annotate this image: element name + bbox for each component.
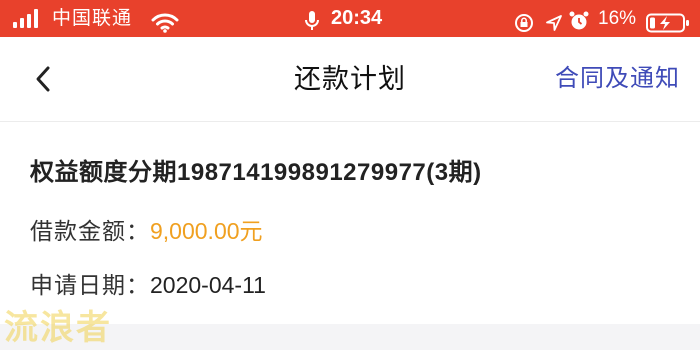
plan-type: 权益额度分期 bbox=[30, 159, 177, 186]
loan-amount-label: 借款金额： bbox=[30, 218, 150, 244]
plan-title-row: 权益额度分期198714199891279977(3期) bbox=[30, 152, 482, 187]
apply-date-row: 申请日期：2020-04-11 bbox=[30, 266, 266, 300]
plan-periods: (3期) bbox=[426, 159, 482, 186]
back-button[interactable] bbox=[26, 61, 62, 97]
battery-percent: 16% bbox=[598, 8, 637, 29]
status-bar: 中国联通 20:34 16% bbox=[0, 0, 700, 37]
chevron-left-icon bbox=[36, 66, 50, 92]
battery-charging-icon bbox=[646, 9, 690, 33]
apply-date-label: 申请日期： bbox=[30, 272, 150, 298]
status-time: 20:34 bbox=[331, 7, 383, 29]
contract-notice-link[interactable]: 合同及通知 bbox=[555, 37, 680, 121]
alarm-clock-icon bbox=[568, 8, 590, 30]
location-arrow-icon bbox=[544, 9, 564, 31]
apply-date-value: 2020-04-11 bbox=[150, 272, 266, 298]
plan-number: 198714199891279977 bbox=[177, 159, 427, 186]
rotation-lock-icon bbox=[513, 9, 535, 32]
carrier-name: 中国联通 bbox=[52, 8, 133, 29]
nav-bar: 还款计划 合同及通知 bbox=[0, 37, 700, 122]
watermark: 流浪者 bbox=[4, 309, 112, 347]
loan-amount-value: 9,000.00元 bbox=[150, 218, 263, 244]
screen: 中国联通 20:34 16% 还款计划 合同及通知 权益额度分期19871419… bbox=[0, 0, 700, 350]
repayment-plan-card: 权益额度分期198714199891279977(3期) 借款金额：9,000.… bbox=[0, 122, 700, 324]
cellular-signal-icon bbox=[13, 9, 43, 28]
loan-amount-row: 借款金额：9,000.00元 bbox=[30, 212, 263, 246]
microphone-icon bbox=[303, 8, 321, 30]
wifi-icon bbox=[151, 9, 179, 33]
